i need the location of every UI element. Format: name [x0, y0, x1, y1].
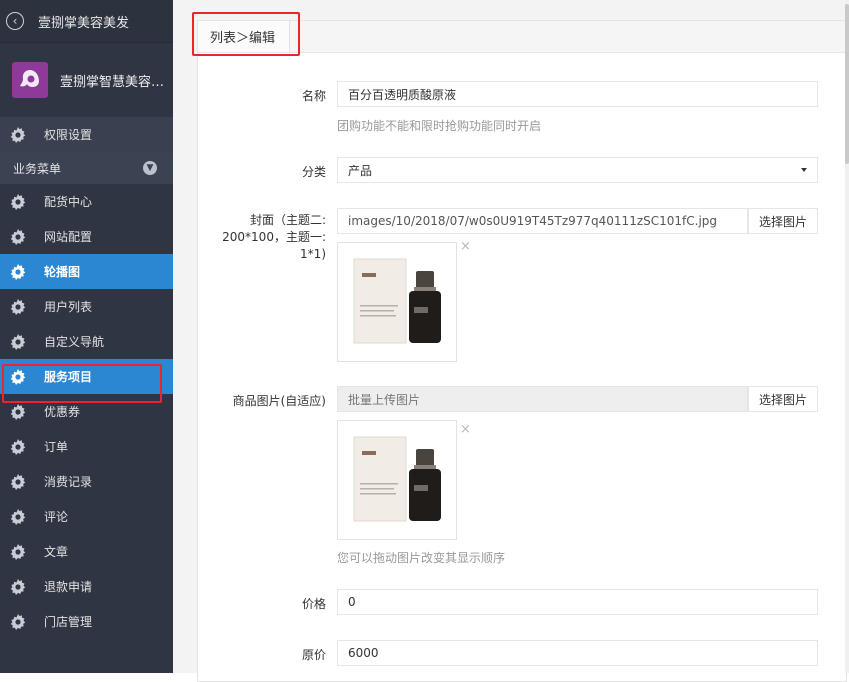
- gear-icon: [10, 543, 26, 560]
- cover-path-input[interactable]: images/10/2018/07/w0s0U919T45Tz977q40111…: [337, 208, 748, 234]
- sidebar-item-label: 文章: [44, 545, 69, 559]
- menu-list: 配货中心网站配置轮播图用户列表自定义导航服务项目优惠券订单消费记录评论文章退款申…: [0, 184, 173, 639]
- cover-label-line1: 封面（主题二:: [249, 213, 326, 227]
- sidebar-item-label: 门店管理: [44, 615, 93, 629]
- sidebar-item-label: 优惠券: [44, 405, 81, 419]
- product-image: [342, 425, 452, 535]
- cover-select-image-button[interactable]: 选择图片: [748, 208, 818, 234]
- sidebar-item[interactable]: 订单: [0, 429, 173, 464]
- sidebar-item[interactable]: 服务项目: [0, 359, 173, 394]
- remove-gallery-image-icon[interactable]: ×: [460, 422, 471, 437]
- sidebar: ‹ 壹捌掌美容美发 壹捌掌智慧美容美发 权限设置 业务菜单 ▼ 配货中心网站配置…: [0, 0, 173, 673]
- gear-icon: [10, 263, 26, 280]
- sidebar-item[interactable]: 网站配置: [0, 219, 173, 254]
- gallery-select-image-button[interactable]: 选择图片: [748, 386, 818, 412]
- sidebar-item-label: 用户列表: [44, 300, 93, 314]
- sidebar-item[interactable]: 用户列表: [0, 289, 173, 324]
- breadcrumb: 列表＞编辑: [198, 21, 291, 52]
- product-image: [342, 247, 452, 357]
- name-input[interactable]: 百分百透明质酸原液: [337, 81, 818, 107]
- sidebar-item-label: 退款申请: [44, 580, 93, 594]
- main-content: 列表＞编辑 名称 百分百透明质酸原液 团购功能不能和限时抢购功能同时开启 分类 …: [173, 0, 849, 682]
- app-header: ‹ 壹捌掌美容美发: [0, 0, 173, 43]
- remove-cover-icon[interactable]: ×: [460, 239, 471, 254]
- cover-label: 封面（主题二: 200*100，主题一: 1*1): [198, 212, 326, 263]
- chevron-down-icon: ▼: [143, 161, 157, 175]
- breadcrumb-text: 列表＞编辑: [210, 31, 276, 46]
- gear-icon: [10, 473, 26, 490]
- name-value: 百分百透明质酸原液: [348, 87, 457, 102]
- sidebar-item[interactable]: 文章: [0, 534, 173, 569]
- sidebar-item[interactable]: 轮播图: [0, 254, 173, 289]
- sidebar-item-permissions[interactable]: 权限设置: [0, 117, 173, 152]
- cover-path-value: images/10/2018/07/w0s0U919T45Tz977q40111…: [348, 214, 718, 228]
- cover-label-line3: 1*1): [300, 247, 326, 261]
- gear-icon: [10, 333, 26, 350]
- price-value: 0: [348, 595, 356, 609]
- cover-thumbnail: [337, 242, 457, 362]
- cover-label-line2: 200*100，主题一:: [222, 230, 326, 244]
- sidebar-item-label: 订单: [44, 440, 69, 454]
- sidebar-item-label: 自定义导航: [44, 335, 105, 349]
- price-label: 价格: [301, 597, 326, 611]
- sidebar-item[interactable]: 优惠券: [0, 394, 173, 429]
- gear-icon: [10, 228, 26, 245]
- sidebar-item[interactable]: 评论: [0, 499, 173, 534]
- category-select[interactable]: 产品: [337, 157, 818, 183]
- original-price-value: 6000: [348, 646, 379, 660]
- sidebar-item-label: 评论: [44, 510, 69, 524]
- sidebar-item[interactable]: 配货中心: [0, 184, 173, 219]
- gear-icon: [10, 368, 26, 385]
- business-menu-header[interactable]: 业务菜单 ▼: [0, 152, 173, 184]
- section-title: 业务菜单: [13, 161, 62, 176]
- sidebar-item[interactable]: 消费记录: [0, 464, 173, 499]
- sidebar-item-label: 消费记录: [44, 475, 93, 489]
- edit-panel: 列表＞编辑 名称 百分百透明质酸原液 团购功能不能和限时抢购功能同时开启 分类 …: [197, 20, 847, 682]
- store-name: 壹捌掌智慧美容美发: [60, 74, 168, 90]
- sidebar-item[interactable]: 自定义导航: [0, 324, 173, 359]
- gear-icon: [10, 193, 26, 210]
- panel-header: 列表＞编辑: [198, 21, 846, 53]
- sidebar-item-label: 服务项目: [44, 370, 93, 384]
- scrollbar[interactable]: [845, 0, 849, 673]
- price-input[interactable]: 0: [337, 589, 818, 615]
- sidebar-item-label: 权限设置: [44, 128, 93, 142]
- sidebar-item[interactable]: 退款申请: [0, 569, 173, 604]
- sidebar-item[interactable]: 门店管理: [0, 604, 173, 639]
- sidebar-item-label: 配货中心: [44, 195, 93, 209]
- back-icon[interactable]: ‹: [6, 12, 24, 30]
- gallery-thumbnail[interactable]: [337, 420, 457, 540]
- gear-icon: [10, 508, 26, 525]
- app-title: 壹捌掌美容美发: [38, 15, 130, 31]
- caret-down-icon: [801, 168, 807, 172]
- gear-icon: [10, 298, 26, 315]
- gear-icon: [10, 613, 26, 630]
- category-label: 分类: [301, 165, 326, 179]
- gear-icon: [10, 438, 26, 455]
- gallery-upload-input[interactable]: 批量上传图片: [337, 386, 748, 412]
- gallery-placeholder: 批量上传图片: [348, 392, 421, 407]
- scrollbar-thumb[interactable]: [845, 4, 849, 164]
- original-price-input[interactable]: 6000: [337, 640, 818, 666]
- sidebar-item-label: 网站配置: [44, 230, 93, 244]
- original-price-label: 原价: [301, 648, 326, 662]
- gear-icon: [10, 578, 26, 595]
- store-avatar: [12, 62, 48, 98]
- category-value: 产品: [348, 163, 373, 178]
- name-hint: 团购功能不能和限时抢购功能同时开启: [337, 119, 542, 133]
- gallery-hint: 您可以拖动图片改变其显示顺序: [337, 551, 506, 565]
- gallery-label: 商品图片(自适应): [232, 394, 326, 408]
- name-label: 名称: [301, 89, 326, 103]
- gear-icon: [10, 403, 26, 420]
- store-profile[interactable]: 壹捌掌智慧美容美发: [0, 43, 173, 117]
- gear-icon: [10, 126, 26, 143]
- sidebar-item-label: 轮播图: [44, 265, 81, 279]
